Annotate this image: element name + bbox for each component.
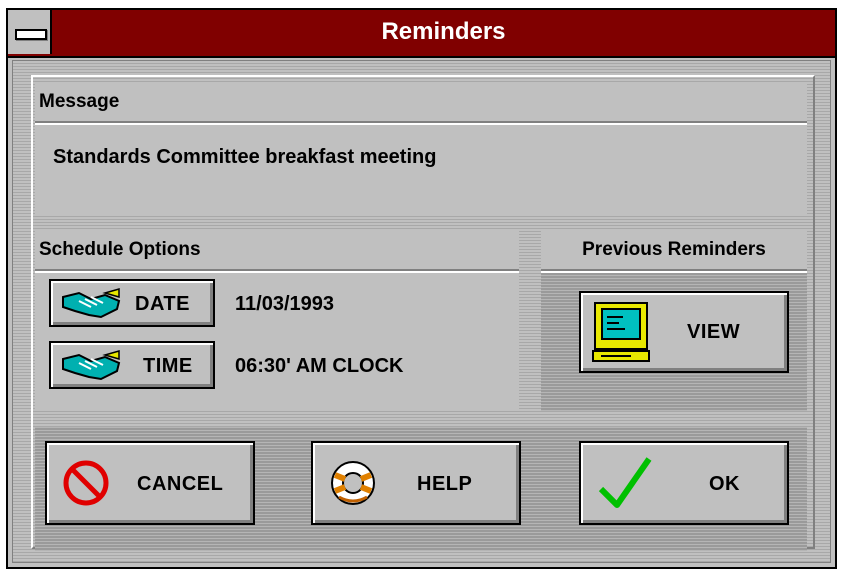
reminders-window: Reminders Message Standards Committee br…	[6, 8, 837, 569]
schedule-options-heading: Schedule Options	[35, 231, 519, 271]
title-bar[interactable]: Reminders	[8, 10, 835, 58]
ok-button[interactable]: OK	[579, 441, 789, 525]
no-sign-icon	[63, 460, 109, 506]
previous-reminders-heading: Previous Reminders	[541, 231, 807, 271]
system-menu-button[interactable]	[8, 10, 52, 54]
handshake-icon	[62, 288, 121, 319]
view-button[interactable]: VIEW	[579, 291, 789, 373]
time-button-label: TIME	[143, 355, 193, 377]
help-button[interactable]: HELP	[311, 441, 521, 525]
message-heading: Message	[35, 83, 807, 123]
view-button-label: VIEW	[687, 321, 741, 343]
time-button[interactable]: TIME	[49, 341, 215, 389]
message-text: Standards Committee breakfast meeting	[53, 146, 437, 168]
date-button-label: DATE	[135, 293, 190, 315]
time-value: 06:30' AM CLOCK	[235, 355, 404, 377]
cancel-button-label: CANCEL	[137, 473, 224, 495]
system-menu-icon	[15, 29, 47, 40]
date-value: 11/03/1993	[235, 293, 334, 315]
ok-button-label: OK	[709, 473, 740, 495]
checkmark-icon	[598, 457, 652, 508]
cancel-button[interactable]: CANCEL	[45, 441, 255, 525]
previous-reminders-area: VIEW	[541, 273, 807, 411]
action-bar: CANCEL HELP OK	[35, 427, 807, 551]
computer-icon	[592, 302, 650, 362]
lifebuoy-icon	[331, 461, 375, 505]
window-title: Reminders	[381, 18, 506, 45]
message-panel: Message Standards Committee breakfast me…	[35, 83, 807, 215]
handshake-icon	[62, 350, 121, 381]
previous-reminders-panel: Previous Reminders VIEW	[541, 231, 807, 411]
help-button-label: HELP	[417, 473, 473, 495]
schedule-options-panel: Schedule Options DATE 11/03/1993 TIME 06	[35, 231, 519, 411]
date-button[interactable]: DATE	[49, 279, 215, 327]
dialog-body: Message Standards Committee breakfast me…	[12, 60, 831, 563]
